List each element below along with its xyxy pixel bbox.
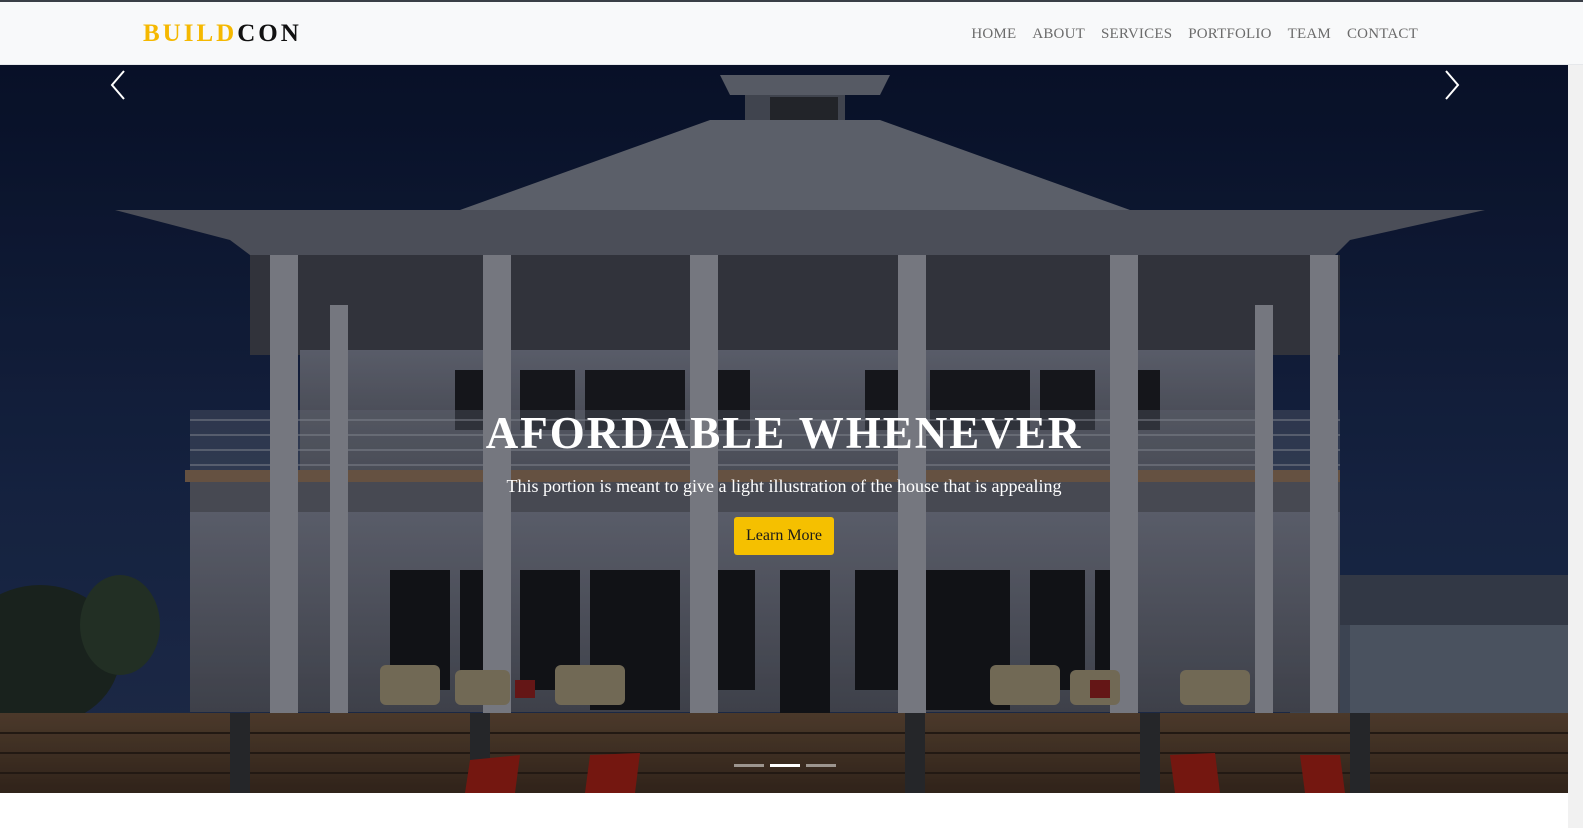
carousel-indicator-3[interactable] [806, 764, 836, 767]
nav-item-home[interactable]: HOME [971, 24, 1016, 44]
chevron-right-icon[interactable] [1436, 65, 1466, 105]
page-scrollbar[interactable] [1568, 65, 1583, 828]
brand-part-build: BUILD [143, 20, 238, 47]
carousel-indicator-1[interactable] [734, 764, 764, 767]
brand-logo[interactable]: BUILDCON [143, 19, 302, 49]
hero-subtitle: This portion is meant to give a light il… [506, 476, 1062, 496]
nav-item-about[interactable]: ABOUT [1032, 24, 1085, 44]
navbar: BUILDCON HOME ABOUT SERVICES PORTFOLIO T… [0, 2, 1583, 65]
carousel-indicator-2[interactable] [770, 764, 800, 767]
hero-title: AFORDABLE WHENEVER [485, 408, 1083, 458]
hero-carousel: AFORDABLE WHENEVER This portion is meant… [0, 65, 1568, 793]
nav-item-team[interactable]: TEAM [1288, 24, 1331, 44]
learn-more-button[interactable]: Learn More [734, 517, 834, 555]
carousel-indicators [734, 764, 836, 767]
nav-item-services[interactable]: SERVICES [1101, 24, 1172, 44]
brand-part-con: CON [237, 20, 302, 47]
nav-menu: HOME ABOUT SERVICES PORTFOLIO TEAM CONTA… [971, 24, 1418, 44]
nav-item-contact[interactable]: CONTACT [1347, 24, 1418, 44]
nav-item-portfolio[interactable]: PORTFOLIO [1188, 24, 1271, 44]
chevron-left-icon[interactable] [104, 65, 134, 105]
